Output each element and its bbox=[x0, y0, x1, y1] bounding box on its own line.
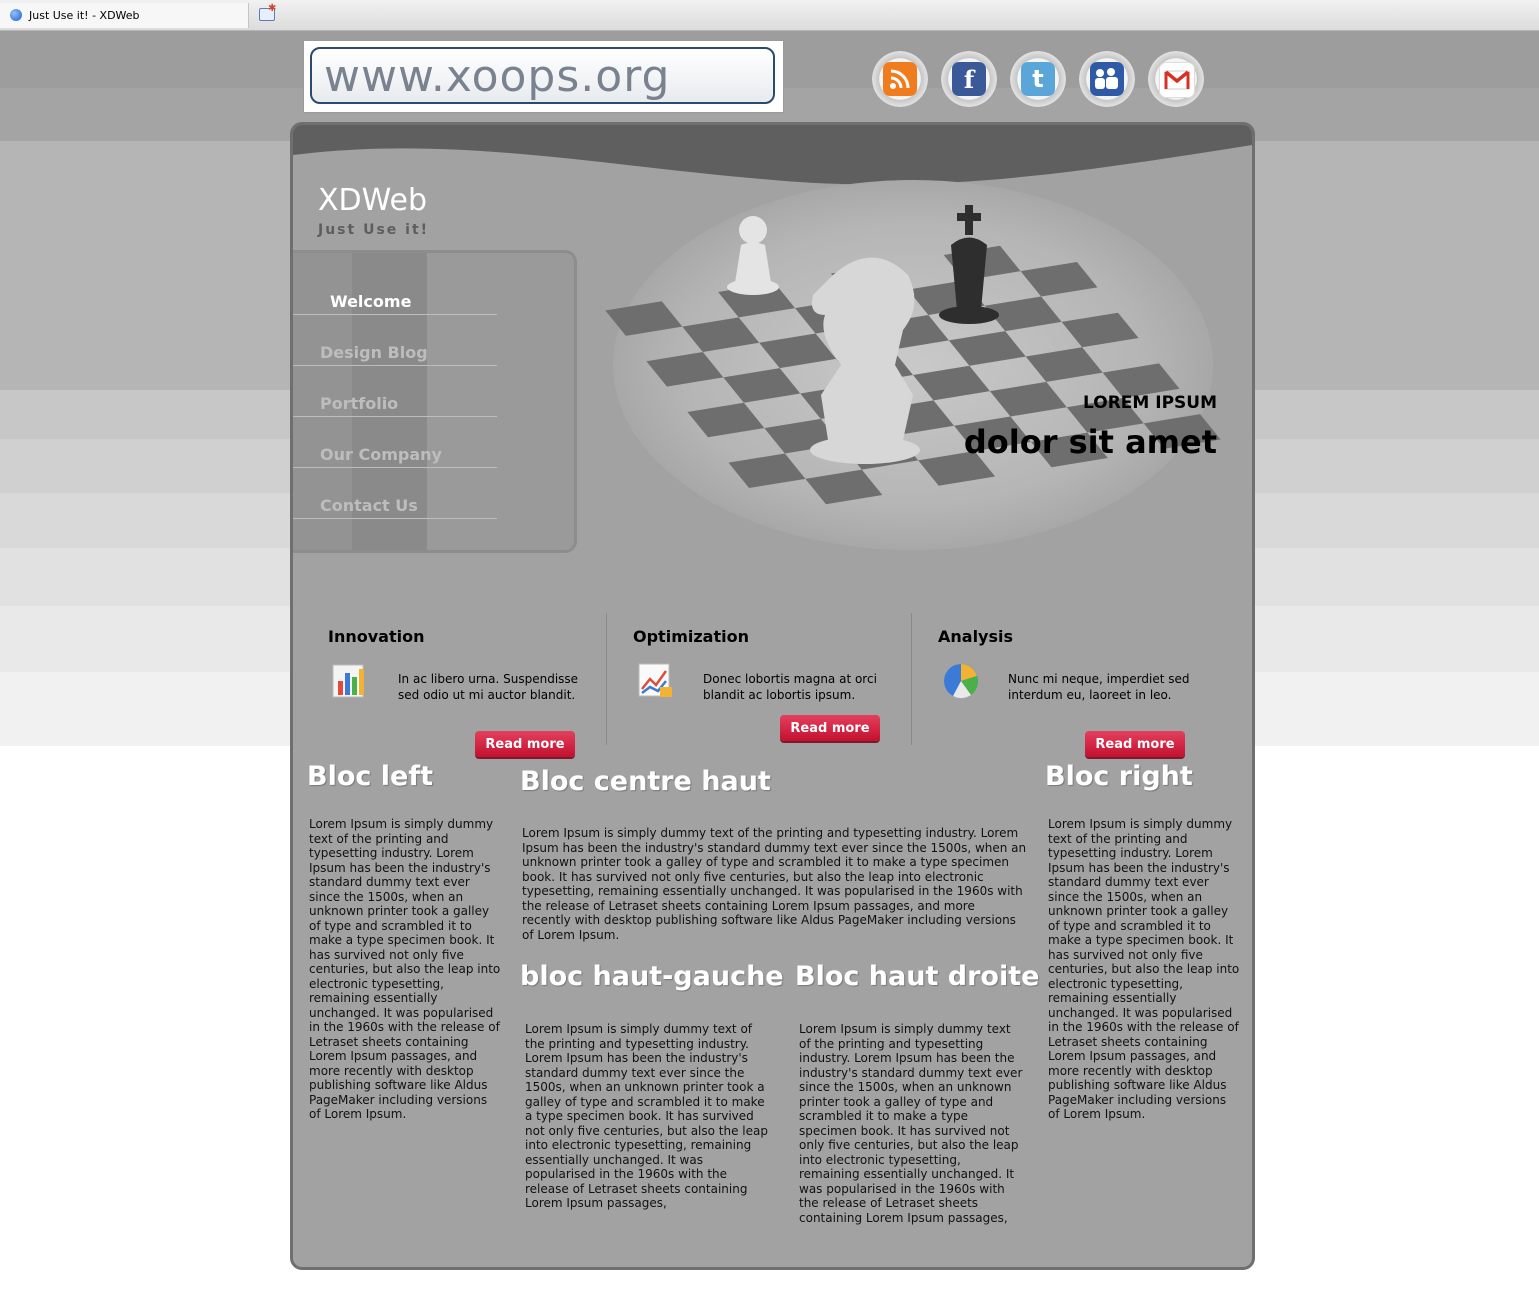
hero-headline: dolor sit amet bbox=[963, 423, 1217, 461]
bloc-right-title: Bloc right bbox=[1045, 761, 1193, 792]
nav-item-contact-us[interactable]: Contact Us bbox=[293, 468, 497, 519]
nav-item-label: Design Blog bbox=[320, 343, 428, 362]
bloc-right-text: Lorem Ipsum is simply dummy text of the … bbox=[1048, 817, 1240, 1121]
read-more-button[interactable]: Read more bbox=[780, 715, 880, 741]
feature-analysis: Analysis Nunc mi neque, imperdiet sed in… bbox=[903, 613, 1208, 757]
chessboard-hero-image bbox=[605, 180, 1221, 550]
browser-tab-title: Just Use it! - XDWeb bbox=[29, 9, 140, 22]
logo-text: www.xoops.org bbox=[324, 51, 671, 102]
nav-item-design-blog[interactable]: Design Blog bbox=[293, 315, 497, 366]
hero-subtitle: LOREM IPSUM bbox=[1083, 393, 1217, 413]
site-logo[interactable]: www.xoops.org bbox=[303, 40, 784, 113]
main-content-card: LOREM IPSUM dolor sit amet XDWeb Just Us… bbox=[290, 122, 1255, 1270]
nav-item-our-company[interactable]: Our Company bbox=[293, 417, 497, 468]
gmail-icon bbox=[1159, 62, 1195, 98]
nav-item-portfolio[interactable]: Portfolio bbox=[293, 366, 497, 417]
pie-chart-icon bbox=[944, 664, 978, 699]
nav-item-label: Welcome bbox=[330, 292, 412, 311]
bloc-haut-droite-text: Lorem Ipsum is simply dummy text of the … bbox=[799, 1022, 1023, 1225]
bloc-centre-text: Lorem Ipsum is simply dummy text of the … bbox=[522, 826, 1027, 942]
feature-text: Nunc mi neque, imperdiet sed interdum eu… bbox=[1008, 672, 1190, 702]
feature-text: In ac libero urna. Suspendisse sed odio … bbox=[398, 672, 579, 702]
nav-item-welcome[interactable]: Welcome bbox=[293, 264, 497, 315]
browser-tab[interactable]: Just Use it! - XDWeb bbox=[0, 3, 249, 28]
bloc-centre-title: Bloc centre haut bbox=[520, 766, 771, 797]
facebook-link[interactable]: f bbox=[941, 51, 997, 107]
feature-title: Innovation bbox=[328, 627, 425, 646]
feature-optimization: Optimization Donec lobortis magna at orc… bbox=[598, 613, 903, 745]
read-more-button[interactable]: Read more bbox=[1085, 731, 1185, 757]
bloc-haut-gauche-title: bloc haut-gauche bbox=[520, 961, 784, 992]
new-tab-button[interactable]: ✱ bbox=[252, 3, 280, 26]
rss-icon bbox=[883, 62, 917, 96]
myspace-link[interactable] bbox=[1079, 51, 1135, 107]
site-slogan: Just Use it! bbox=[318, 222, 430, 238]
twitter-link[interactable]: t bbox=[1010, 51, 1066, 107]
site-title[interactable]: XDWeb bbox=[318, 183, 427, 218]
bloc-left-text: Lorem Ipsum is simply dummy text of the … bbox=[309, 817, 501, 1121]
nav-item-label: Our Company bbox=[320, 445, 442, 464]
gmail-link[interactable] bbox=[1148, 51, 1204, 107]
bloc-haut-gauche-text: Lorem Ipsum is simply dummy text of the … bbox=[525, 1022, 768, 1210]
browser-tab-strip: Just Use it! - XDWeb ✱ bbox=[0, 0, 1539, 31]
feature-text: Donec lobortis magna at orci blandit ac … bbox=[703, 672, 877, 702]
feature-title: Analysis bbox=[938, 627, 1014, 646]
myspace-icon bbox=[1090, 62, 1124, 96]
bar-chart-icon bbox=[332, 664, 364, 698]
read-more-button[interactable]: Read more bbox=[475, 731, 575, 757]
nav-item-label: Portfolio bbox=[320, 394, 399, 413]
facebook-icon: f bbox=[952, 62, 986, 96]
nav-item-label: Contact Us bbox=[320, 496, 418, 515]
bloc-left-title: Bloc left bbox=[307, 761, 434, 792]
main-navigation: Welcome Design Blog Portfolio Our Compan… bbox=[293, 250, 577, 553]
twitter-icon: t bbox=[1021, 62, 1055, 96]
globe-icon bbox=[10, 9, 22, 21]
feature-title: Optimization bbox=[633, 627, 749, 646]
features-row: Innovation In ac libero urna. Suspendiss… bbox=[293, 613, 1252, 757]
rss-link[interactable] bbox=[872, 51, 928, 107]
line-chart-icon bbox=[638, 663, 672, 697]
bloc-haut-droite-title: Bloc haut droite bbox=[795, 961, 1040, 992]
feature-innovation: Innovation In ac libero urna. Suspendiss… bbox=[293, 613, 598, 757]
